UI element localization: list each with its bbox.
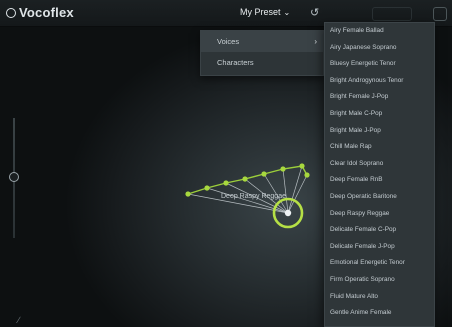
voice-option[interactable]: Chill Male Rap bbox=[325, 139, 434, 156]
voice-node bbox=[242, 176, 248, 182]
voice-node bbox=[304, 172, 310, 178]
menu-item-voices[interactable]: Voices › bbox=[201, 31, 323, 52]
voice-node bbox=[261, 171, 267, 177]
selector-dot[interactable] bbox=[284, 209, 292, 217]
voice-option[interactable]: Clear Idol Soprano bbox=[325, 156, 434, 173]
voice-node bbox=[299, 163, 305, 169]
menu-item-characters[interactable]: Characters bbox=[201, 52, 323, 73]
voice-node bbox=[223, 180, 229, 186]
voice-node bbox=[204, 185, 210, 191]
voice-option[interactable]: Airy Female Ballad bbox=[325, 23, 434, 40]
voice-option[interactable]: Fluid Mature Alto bbox=[325, 289, 434, 306]
voice-option[interactable]: Firm Operatic Soprano bbox=[325, 272, 434, 289]
voice-option[interactable]: Delicate Female J-Pop bbox=[325, 239, 434, 256]
voices-submenu: Airy Female Ballad Airy Japanese Soprano… bbox=[324, 22, 435, 327]
preset-dropdown-menu: Voices › Characters bbox=[200, 30, 324, 76]
voice-option[interactable]: Deep Female RnB bbox=[325, 172, 434, 189]
voice-node bbox=[185, 191, 191, 197]
voice-option[interactable]: Bluesy Energetic Tenor bbox=[325, 56, 434, 73]
menu-item-label: Characters bbox=[217, 58, 254, 67]
voice-option[interactable]: Emotional Energetic Tenor bbox=[325, 255, 434, 272]
selected-voice-label: Deep Raspy Reggae bbox=[221, 193, 286, 200]
chevron-right-icon: › bbox=[314, 37, 317, 46]
voice-option[interactable]: Airy Japanese Soprano bbox=[325, 40, 434, 57]
voice-option[interactable]: Bright Female J-Pop bbox=[325, 89, 434, 106]
voice-option[interactable]: Bright Male C-Pop bbox=[325, 106, 434, 123]
voice-option[interactable]: Deep Operatic Baritone bbox=[325, 189, 434, 206]
voice-option[interactable]: Bright Androgynous Tenor bbox=[325, 73, 434, 90]
menu-item-label: Voices bbox=[217, 37, 240, 46]
voice-option[interactable]: Deep Raspy Reggae bbox=[325, 206, 434, 223]
voice-node bbox=[280, 166, 286, 172]
voice-option[interactable]: Gentle Anime Female bbox=[325, 305, 434, 322]
voice-option[interactable]: Bright Male J-Pop bbox=[325, 123, 434, 140]
voice-option[interactable]: Delicate Female C-Pop bbox=[325, 222, 434, 239]
vocoflex-window: Vocoflex My Preset ⌄ ↺ ∕ Deep Raspy Regg… bbox=[0, 0, 452, 327]
